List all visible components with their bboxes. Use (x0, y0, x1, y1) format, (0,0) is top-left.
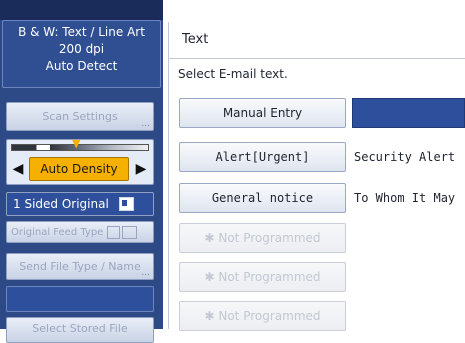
text-item-button-3[interactable]: ✱ Not Programmed (179, 223, 346, 253)
sided-original-button[interactable]: 1 Sided Original (6, 192, 154, 216)
text-item-label-3: ✱ Not Programmed (204, 231, 321, 245)
more-dots: ... (141, 268, 150, 278)
text-item-label-1: Alert[Urgent] (215, 150, 310, 164)
panel-title: Text (182, 32, 209, 47)
manual-entry-label: Manual Entry (222, 106, 303, 120)
scan-mode-box[interactable]: B & W: Text / Line Art 200 dpi Auto Dete… (2, 20, 161, 88)
select-stored-file-button[interactable]: Select Stored File (6, 317, 154, 343)
text-item-label-2: General notice (211, 191, 314, 205)
density-next-button[interactable]: ▶ (133, 157, 149, 181)
text-item-preview-1: Security Alert (354, 150, 456, 164)
text-item-button-2[interactable]: General notice (179, 183, 346, 213)
text-item-button-1[interactable]: Alert[Urgent] (179, 142, 346, 172)
density-prev-button[interactable]: ◀ (10, 157, 26, 181)
right-arrow-icon: ▶ (135, 161, 147, 177)
auto-density-label: Auto Density (40, 162, 118, 176)
send-file-type-label: Send File Type / Name (19, 260, 141, 273)
original-orientation-icon (118, 197, 134, 211)
feed-orientation-icon (107, 225, 121, 239)
title-divider (168, 58, 465, 59)
original-feed-type-button[interactable]: Original Feed Type (6, 221, 154, 243)
left-arrow-icon: ◀ (12, 161, 24, 177)
resolution-label: 200 dpi (58, 42, 105, 56)
feed-orientation-icon-2 (122, 225, 138, 239)
text-item-label-4: ✱ Not Programmed (204, 270, 321, 284)
auto-density-button[interactable]: Auto Density (29, 157, 129, 181)
top-strip (0, 0, 163, 20)
send-file-type-button[interactable]: Send File Type / Name ... (6, 253, 154, 280)
more-dots: ... (141, 119, 150, 129)
text-item-button-5[interactable]: ✱ Not Programmed (179, 301, 346, 331)
blank-slot (6, 286, 154, 312)
scan-settings-button[interactable]: Scan Settings ... (6, 102, 154, 131)
detect-label: Auto Detect (45, 59, 118, 73)
text-item-label-5: ✱ Not Programmed (204, 309, 321, 323)
entered-text-field[interactable] (352, 98, 465, 128)
scan-settings-label: Scan Settings (42, 110, 118, 123)
sided-original-label: 1 Sided Original (13, 197, 109, 211)
text-item-button-4[interactable]: ✱ Not Programmed (179, 262, 346, 292)
text-item-preview-2: To Whom It May (354, 191, 456, 205)
feed-type-label: Original Feed Type (11, 226, 104, 238)
density-control: ▼ ◀ Auto Density ▶ (6, 137, 154, 185)
scan-mode-label: B & W: Text / Line Art (18, 25, 145, 39)
density-indicator-arrow-icon: ▼ (72, 137, 81, 150)
manual-entry-button[interactable]: Manual Entry (179, 98, 346, 128)
instruction-text: Select E-mail text. (178, 67, 288, 81)
